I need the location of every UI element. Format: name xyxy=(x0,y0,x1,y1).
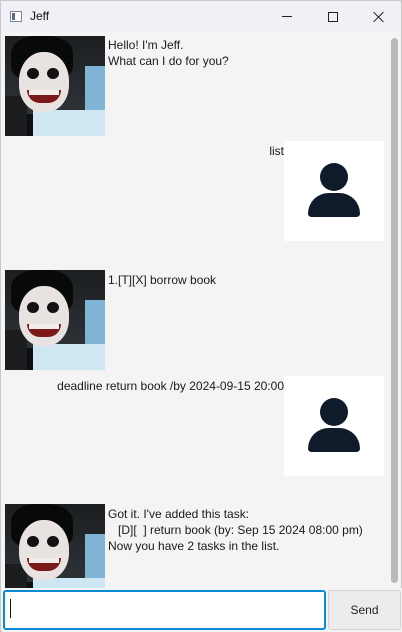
person-icon xyxy=(320,398,348,426)
user-avatar xyxy=(284,141,384,241)
jeff-message: 1.[T][X] borrow book xyxy=(108,273,217,287)
jeff-avatar xyxy=(5,270,105,370)
send-button[interactable]: Send xyxy=(328,590,401,630)
jeff-avatar xyxy=(5,36,105,136)
close-button[interactable] xyxy=(356,1,402,32)
input-bar: Send xyxy=(2,588,402,632)
text-cursor xyxy=(10,599,11,618)
jeff-message: Got it. I've added this task: [D][ ] ret… xyxy=(108,507,363,553)
jeff-message: Hello! I'm Jeff. What can I do for you? xyxy=(108,38,229,68)
chat-area[interactable]: Hello! I'm Jeff. What can I do for you? … xyxy=(2,32,388,588)
jeff-avatar xyxy=(5,504,105,588)
user-avatar xyxy=(284,376,384,476)
title-bar[interactable]: Jeff xyxy=(1,1,401,32)
scrollbar-thumb[interactable] xyxy=(391,38,398,583)
window-title: Jeff xyxy=(30,9,50,23)
user-message: deadline return book /by 2024-09-15 20:0… xyxy=(57,379,284,393)
minimize-button[interactable] xyxy=(264,1,310,32)
app-window: Jeff Hello! I'm Jeff. What can I do for … xyxy=(0,0,402,632)
message-input[interactable] xyxy=(3,590,326,630)
maximize-icon xyxy=(328,11,338,22)
chat-scrollbar[interactable] xyxy=(388,32,401,588)
maximize-button[interactable] xyxy=(310,1,356,32)
user-message: list xyxy=(269,144,284,158)
close-icon xyxy=(373,11,385,23)
person-icon xyxy=(320,163,348,191)
app-icon xyxy=(10,11,22,22)
minimize-icon xyxy=(282,16,292,17)
